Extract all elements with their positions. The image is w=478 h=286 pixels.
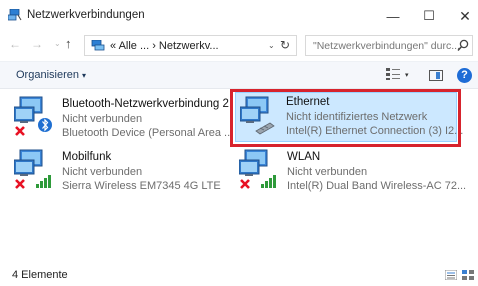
search-placeholder: "Netzwerkverbindungen" durc... — [313, 40, 460, 52]
command-bar: Organisieren ▾ ▾ ? — [0, 61, 478, 89]
connection-name: WLAN — [287, 151, 321, 163]
connection-item-mobilfunk[interactable]: Mobilfunk Nicht verbunden Sierra Wireles… — [14, 148, 226, 198]
details-view-icon[interactable] — [445, 270, 457, 280]
cellular-network-icon — [14, 149, 51, 189]
organize-label: Organisieren — [16, 69, 79, 81]
help-icon[interactable]: ? — [457, 68, 472, 83]
connection-status: Nicht verbunden — [62, 113, 143, 125]
connection-details: Bluetooth-Netzwerkverbindung 2 Nicht ver… — [62, 97, 233, 140]
item-count: 4 Elemente — [12, 269, 68, 281]
connection-device: Intel(R) Dual Band Wireless-AC 72... — [287, 180, 467, 192]
connection-name: Ethernet — [286, 96, 330, 108]
bluetooth-network-icon — [14, 96, 52, 136]
chevron-down-icon: ▾ — [81, 71, 86, 80]
connection-status: Nicht verbunden — [287, 166, 368, 178]
view-options-dropdown[interactable]: ▾ — [405, 71, 409, 79]
change-view-icon[interactable] — [386, 68, 400, 80]
preview-pane-icon[interactable] — [429, 70, 443, 81]
connection-name: Bluetooth-Netzwerkverbindung 2 — [62, 98, 229, 110]
address-bar[interactable]: « Alle ... › Netzwerkv... ⌄ ↻ — [84, 35, 297, 56]
forward-button[interactable]: → — [31, 37, 43, 51]
back-button[interactable]: ← — [9, 37, 21, 51]
wlan-network-icon — [239, 149, 276, 189]
network-connections-icon — [8, 9, 22, 21]
address-dropdown-button[interactable]: ⌄ — [268, 41, 275, 50]
connection-name: Mobilfunk — [62, 151, 112, 163]
refresh-button[interactable]: ↻ — [280, 38, 290, 52]
ethernet-network-icon — [240, 96, 275, 135]
status-bar: 4 Elemente — [0, 262, 478, 286]
address-path[interactable]: « Alle ... › Netzwerkv... — [110, 40, 219, 52]
control-panel-icon — [91, 40, 105, 51]
minimize-button[interactable]: — — [380, 6, 406, 26]
recent-locations-button[interactable]: ⌄ — [54, 39, 61, 48]
connection-item-bluetooth[interactable]: Bluetooth-Netzwerkverbindung 2 Nicht ver… — [14, 95, 233, 145]
close-button[interactable]: ✕ — [452, 6, 478, 26]
address-row: ← → ⌄ ↑ « Alle ... › Netzwerkv... ⌄ ↻ "N… — [0, 33, 478, 59]
connection-device: Sierra Wireless EM7345 4G LTE — [62, 180, 221, 192]
up-button[interactable]: ↑ — [65, 36, 72, 51]
connection-item-wlan[interactable]: WLAN Nicht verbunden Intel(R) Dual Band … — [239, 148, 466, 198]
connection-status: Nicht verbunden — [62, 166, 143, 178]
connection-device: Intel(R) Ethernet Connection (3) I2... — [286, 125, 464, 137]
connection-details: WLAN Nicht verbunden Intel(R) Dual Band … — [287, 150, 466, 193]
connection-details: Ethernet Nicht identifiziertes Netzwerk … — [286, 95, 463, 138]
title-bar: Netzwerkverbindungen — ☐ ✕ — [0, 0, 478, 32]
connection-device: Bluetooth Device (Personal Area ... — [62, 127, 234, 139]
connection-status: Nicht identifiziertes Netzwerk — [286, 111, 428, 123]
connection-item-ethernet[interactable]: Ethernet Nicht identifiziertes Netzwerk … — [235, 92, 463, 142]
connection-details: Mobilfunk Nicht verbunden Sierra Wireles… — [62, 150, 221, 193]
maximize-button[interactable]: ☐ — [416, 6, 442, 26]
window-title: Netzwerkverbindungen — [27, 9, 145, 21]
organize-button[interactable]: Organisieren ▾ — [16, 69, 86, 81]
search-input[interactable]: "Netzwerkverbindungen" durc... — [305, 35, 473, 56]
tiles-view-icon[interactable] — [462, 270, 474, 280]
search-icon[interactable] — [457, 39, 469, 52]
